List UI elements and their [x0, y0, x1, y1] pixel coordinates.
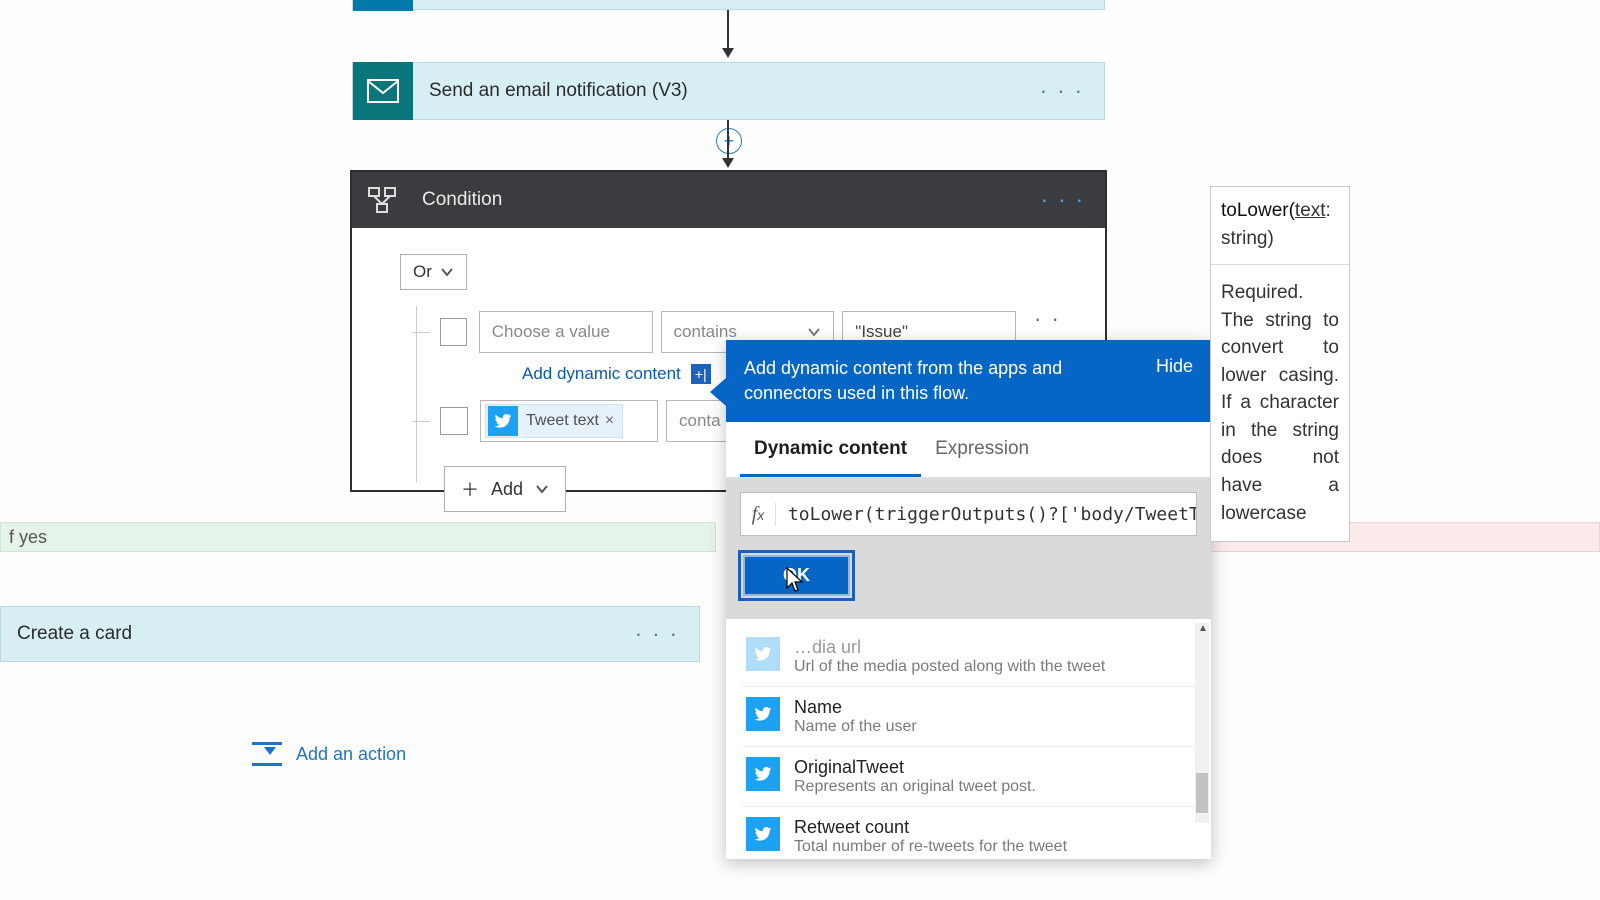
tooltip-arg: text — [1295, 200, 1326, 221]
tab-expression[interactable]: Expression — [921, 422, 1043, 477]
value-input[interactable]: Tweet text × — [480, 400, 658, 442]
dc-item-retweet-count[interactable]: Retweet count Total number of re-tweets … — [742, 807, 1195, 859]
tooltip-desc: Required. The string to convert to lower… — [1211, 265, 1349, 541]
twitter-icon — [746, 817, 780, 851]
step-icon-placeholder — [353, 0, 413, 11]
token-label: Tweet text — [526, 412, 599, 430]
dynamic-content-list: ▲ …dia url Url of the media posted along… — [726, 619, 1211, 859]
expression-area: fx toLower(triggerOutputs()?['body/Tweet… — [726, 478, 1211, 619]
scrollbar[interactable]: ▲ — [1195, 623, 1209, 823]
twitter-icon — [746, 637, 780, 671]
comparison-value: "Issue" — [855, 322, 908, 342]
condition-header[interactable]: Condition · · · — [352, 172, 1105, 228]
step-title: Send an email notification (V3) — [413, 80, 1020, 102]
group-operator-label: Or — [413, 262, 432, 282]
adc-link-label: Add dynamic content — [522, 364, 681, 384]
item-desc: Total number of re-tweets for the tweet — [794, 838, 1067, 856]
row-checkbox[interactable] — [440, 407, 468, 435]
value-input[interactable]: Choose a value — [479, 311, 653, 353]
if-yes-label-partial: f yes — [9, 527, 47, 548]
twitter-icon — [746, 757, 780, 791]
item-desc: Name of the user — [794, 718, 917, 736]
add-condition-button[interactable]: ＋ Add — [444, 466, 566, 512]
adc-badge-icon: +| — [691, 364, 711, 384]
plus-icon: ＋ — [461, 476, 479, 502]
branch-connector — [412, 332, 430, 333]
operator-label-partial: conta — [679, 411, 721, 431]
scroll-thumb[interactable] — [1196, 773, 1208, 813]
remove-token-button[interactable]: × — [605, 412, 614, 430]
chevron-down-icon — [535, 484, 549, 494]
operator-dropdown-partial[interactable]: conta — [666, 400, 726, 442]
tooltip-fn: toLower( — [1221, 200, 1295, 221]
ok-button-highlight: OK — [738, 550, 855, 601]
item-name: Retweet count — [794, 817, 1067, 838]
dc-item-media-url-partial[interactable]: …dia url Url of the media posted along w… — [742, 627, 1195, 687]
condition-icon — [352, 172, 412, 228]
dc-item-original-tweet[interactable]: OriginalTweet Represents an original twe… — [742, 747, 1195, 807]
expression-input[interactable]: fx toLower(triggerOutputs()?['body/Tweet… — [740, 492, 1197, 536]
previous-step-partial — [352, 0, 1105, 10]
function-tooltip: toLower(text: string) Required. The stri… — [1210, 186, 1350, 542]
item-name: Name — [794, 697, 917, 718]
group-operator-dropdown[interactable]: Or — [400, 254, 467, 290]
condition-menu-button[interactable]: · · · — [1021, 187, 1105, 213]
add-action-button[interactable]: Add an action — [252, 742, 406, 766]
step-send-email[interactable]: Send an email notification (V3) · · · — [352, 62, 1105, 120]
tab-dynamic-content[interactable]: Dynamic content — [740, 422, 921, 477]
add-action-label: Add an action — [296, 744, 406, 765]
item-name: OriginalTweet — [794, 757, 1036, 778]
dc-panel-header: Add dynamic content from the apps and co… — [726, 340, 1211, 422]
connector-arrow — [720, 120, 736, 168]
tooltip-signature: toLower(text: string) — [1211, 187, 1349, 265]
step-menu-button[interactable]: · · · — [615, 621, 699, 647]
chevron-down-icon — [807, 327, 821, 337]
twitter-icon — [746, 697, 780, 731]
condition-title: Condition — [412, 189, 1021, 211]
add-button-label: Add — [491, 479, 523, 500]
mail-icon — [353, 62, 413, 120]
row-checkbox[interactable] — [440, 318, 467, 346]
connector-arrow — [720, 10, 736, 58]
step-menu-button[interactable]: · · · — [1020, 78, 1104, 104]
chevron-down-icon — [440, 267, 454, 277]
branch-connector — [412, 421, 430, 422]
step-create-card[interactable]: Create a card · · · — [0, 606, 700, 662]
add-action-icon — [252, 742, 282, 766]
callout-pointer — [710, 378, 726, 406]
step-title: Create a card — [17, 623, 132, 645]
item-name: …dia url — [794, 637, 1105, 658]
value-placeholder: Choose a value — [492, 322, 610, 342]
if-yes-branch[interactable]: f yes — [0, 522, 716, 552]
dynamic-content-panel: Add dynamic content from the apps and co… — [726, 340, 1211, 859]
item-desc: Represents an original tweet post. — [794, 778, 1036, 796]
dc-header-text: Add dynamic content from the apps and co… — [744, 356, 1142, 406]
fx-icon: fx — [741, 503, 776, 526]
dc-tabs: Dynamic content Expression — [726, 422, 1211, 478]
dynamic-token: Tweet text × — [485, 404, 623, 438]
scroll-up-icon: ▲ — [1198, 623, 1208, 634]
ok-button[interactable]: OK — [743, 555, 850, 596]
hide-panel-button[interactable]: Hide — [1156, 356, 1193, 377]
operator-label: contains — [674, 322, 737, 342]
item-desc: Url of the media posted along with the t… — [794, 658, 1105, 676]
twitter-icon — [488, 406, 518, 436]
dc-item-name[interactable]: Name Name of the user — [742, 687, 1195, 747]
expression-text: toLower(triggerOutputs()?['body/TweetTex… — [776, 504, 1196, 525]
